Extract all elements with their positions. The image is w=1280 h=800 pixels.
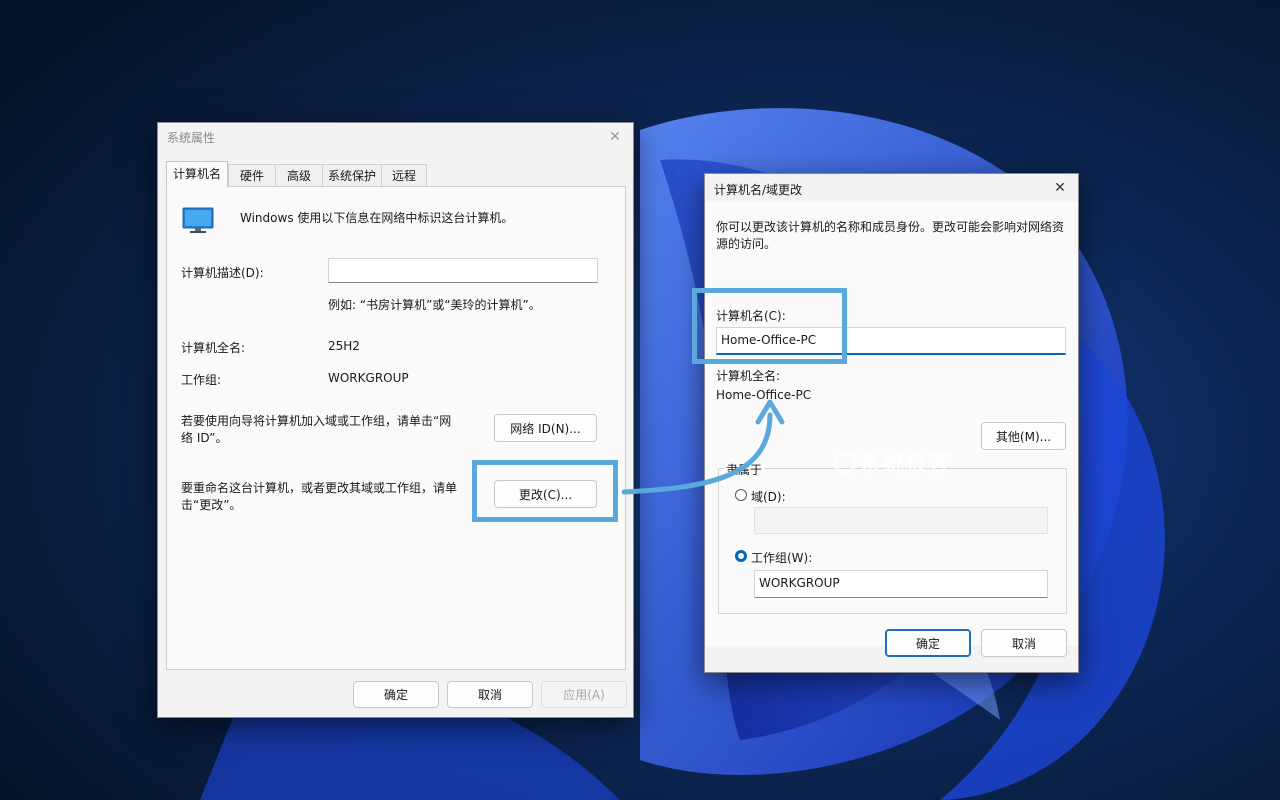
annotation-arrow	[621, 399, 785, 495]
tab-computer-name[interactable]: 计算机名	[166, 161, 228, 187]
watermark: 系统极客	[834, 446, 951, 478]
watermark-text: 系统极客	[859, 452, 952, 477]
logo-icon	[834, 452, 856, 474]
